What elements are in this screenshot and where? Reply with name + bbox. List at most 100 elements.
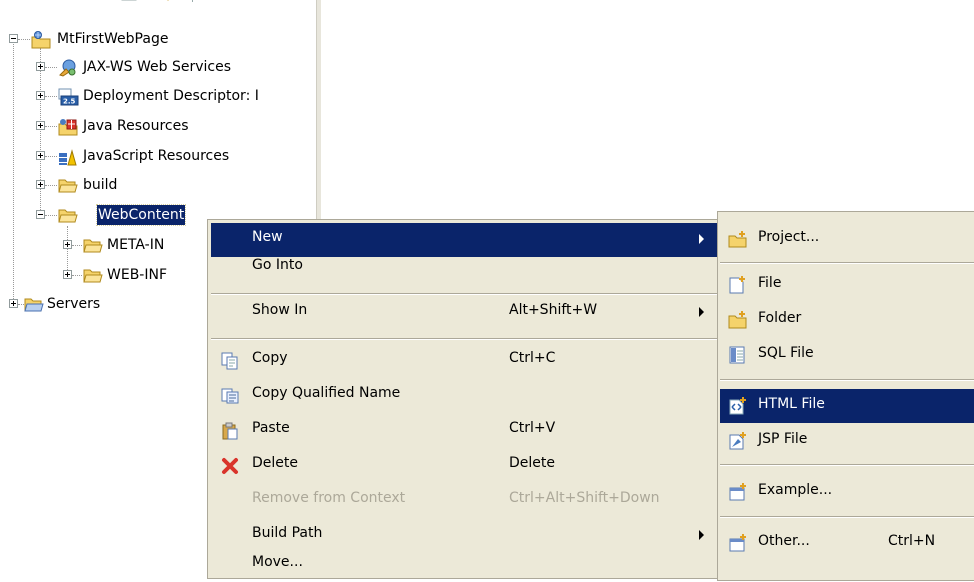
web-services-icon: [58, 59, 76, 77]
web-project-icon: [31, 31, 51, 49]
svg-text:2.5: 2.5: [63, 98, 76, 106]
submenu-item-project[interactable]: Project...: [720, 222, 974, 256]
menu-separator: [720, 516, 974, 518]
submenu-item-sql-file[interactable]: SQL File: [720, 338, 974, 372]
menu-item-show-in[interactable]: Show In Alt+Shift+W: [211, 296, 717, 330]
expand-toggle-icon[interactable]: [63, 240, 72, 249]
copy-icon: [221, 352, 239, 370]
folder-icon: [58, 207, 78, 223]
submenu-item-other[interactable]: Other... Ctrl+N: [720, 526, 974, 560]
tree-item-label: build: [83, 177, 118, 193]
submenu-item-folder[interactable]: Folder: [720, 303, 974, 337]
tree-item-deployment-descriptor[interactable]: 2.5 Deployment Descriptor: I: [0, 85, 316, 107]
submenu-item-label: SQL File: [758, 345, 814, 361]
menu-item-label: Paste: [252, 420, 290, 436]
tree-toolbar-remnant: [108, 0, 248, 10]
expand-toggle-icon[interactable]: [36, 62, 45, 71]
menu-item-label: Copy Qualified Name: [252, 385, 401, 401]
tree-item-meta-inf[interactable]: META-IN: [0, 234, 210, 256]
html-file-icon: [728, 397, 748, 415]
sql-file-icon: [728, 346, 748, 364]
tree-item-label: WEB-INF: [107, 267, 167, 283]
folder-icon: [24, 296, 44, 312]
folder-icon: [83, 267, 103, 283]
submenu-arrow-icon: [699, 530, 704, 540]
tree-item-label: Servers: [47, 296, 101, 312]
submenu-item-label: Project...: [758, 229, 820, 245]
submenu-item-example[interactable]: Example...: [720, 475, 974, 509]
menu-item-label: Move...: [252, 554, 303, 570]
menu-item-label: Go Into: [252, 257, 303, 273]
tree-item-label: JavaScript Resources: [83, 148, 230, 164]
tree-item-label: META-IN: [107, 237, 165, 253]
tree-item-project[interactable]: MtFirstWebPage: [0, 28, 316, 50]
java-resources-icon: [58, 118, 78, 136]
submenu-item-label: Folder: [758, 310, 802, 326]
tree-item-label: Java Resources: [83, 118, 189, 134]
tree-item-servers[interactable]: Servers: [0, 293, 210, 315]
new-project-icon: [728, 230, 748, 248]
menu-item-shortcut: Alt+Shift+W: [509, 302, 598, 318]
paste-icon: [221, 422, 239, 440]
menu-item-label: Copy: [252, 350, 288, 366]
menu-item-label: Show In: [252, 302, 308, 318]
context-menu: New Go Into Show In Alt+Shift+W Copy Ctr…: [207, 219, 721, 579]
menu-item-label: Build Path: [252, 525, 323, 541]
menu-item-remove-from-context: Remove from Context Ctrl+Alt+Shift+Down: [211, 484, 717, 518]
tree-item-jax-ws[interactable]: JAX-WS Web Services: [0, 56, 316, 78]
new-folder-icon: [728, 311, 748, 329]
submenu-item-label: JSP File: [758, 431, 808, 447]
menu-item-move[interactable]: Move...: [211, 548, 717, 582]
copy-qualified-name-icon: [221, 387, 239, 405]
menu-separator: [211, 293, 717, 295]
new-other-icon: [728, 534, 748, 552]
submenu-item-jsp-file[interactable]: JSP File: [720, 424, 974, 458]
menu-separator: [720, 464, 974, 466]
collapse-toggle-icon[interactable]: [36, 210, 45, 219]
new-file-icon: [728, 276, 748, 294]
new-submenu: Project... File Folder SQL File HTML Fil…: [717, 211, 974, 581]
submenu-item-label: HTML File: [758, 396, 825, 412]
tree-item-java-resources[interactable]: Java Resources: [0, 115, 316, 137]
folder-icon: [83, 237, 103, 253]
menu-item-copy-qualified-name[interactable]: Copy Qualified Name: [211, 379, 717, 413]
menu-separator: [720, 262, 974, 264]
deployment-descriptor-icon: 2.5: [58, 88, 79, 106]
menu-item-delete[interactable]: Delete Delete: [211, 449, 717, 483]
tree-item-label: JAX-WS Web Services: [83, 59, 232, 75]
tree-item-web-inf[interactable]: WEB-INF: [0, 264, 210, 286]
tree-item-build[interactable]: build: [0, 174, 316, 196]
menu-item-shortcut: Ctrl+Alt+Shift+Down: [509, 490, 660, 506]
menu-item-copy[interactable]: Copy Ctrl+C: [211, 344, 717, 378]
submenu-item-label: Example...: [758, 482, 833, 498]
expand-toggle-icon[interactable]: [9, 299, 18, 308]
tree-item-label: MtFirstWebPage: [57, 31, 169, 47]
submenu-item-html-file[interactable]: HTML File: [720, 389, 974, 423]
menu-item-go-into[interactable]: Go Into: [211, 251, 717, 285]
jsp-file-icon: [728, 432, 748, 450]
tree-item-javascript-resources[interactable]: JavaScript Resources: [0, 145, 316, 167]
submenu-arrow-icon: [699, 234, 704, 244]
expand-toggle-icon[interactable]: [36, 91, 45, 100]
menu-separator: [720, 379, 974, 381]
submenu-item-shortcut: Ctrl+N: [888, 533, 936, 549]
menu-separator: [211, 338, 717, 340]
menu-item-shortcut: Delete: [509, 455, 555, 471]
folder-icon: [58, 177, 78, 193]
menu-item-label: New: [252, 229, 283, 245]
javascript-resources-icon: [58, 148, 77, 166]
submenu-item-file[interactable]: File: [720, 268, 974, 302]
expand-toggle-icon[interactable]: [63, 270, 72, 279]
delete-icon: [221, 457, 239, 475]
collapse-toggle-icon[interactable]: [9, 34, 18, 43]
expand-toggle-icon[interactable]: [36, 180, 45, 189]
menu-item-paste[interactable]: Paste Ctrl+V: [211, 414, 717, 448]
expand-toggle-icon[interactable]: [36, 151, 45, 160]
submenu-item-label: File: [758, 275, 782, 291]
tree-item-label: Deployment Descriptor: I: [83, 88, 259, 104]
submenu-arrow-icon: [699, 307, 704, 317]
tree-item-label: WebContent: [95, 204, 187, 226]
expand-toggle-icon[interactable]: [36, 121, 45, 130]
menu-item-shortcut: Ctrl+V: [509, 420, 556, 436]
submenu-item-label: Other...: [758, 533, 810, 549]
